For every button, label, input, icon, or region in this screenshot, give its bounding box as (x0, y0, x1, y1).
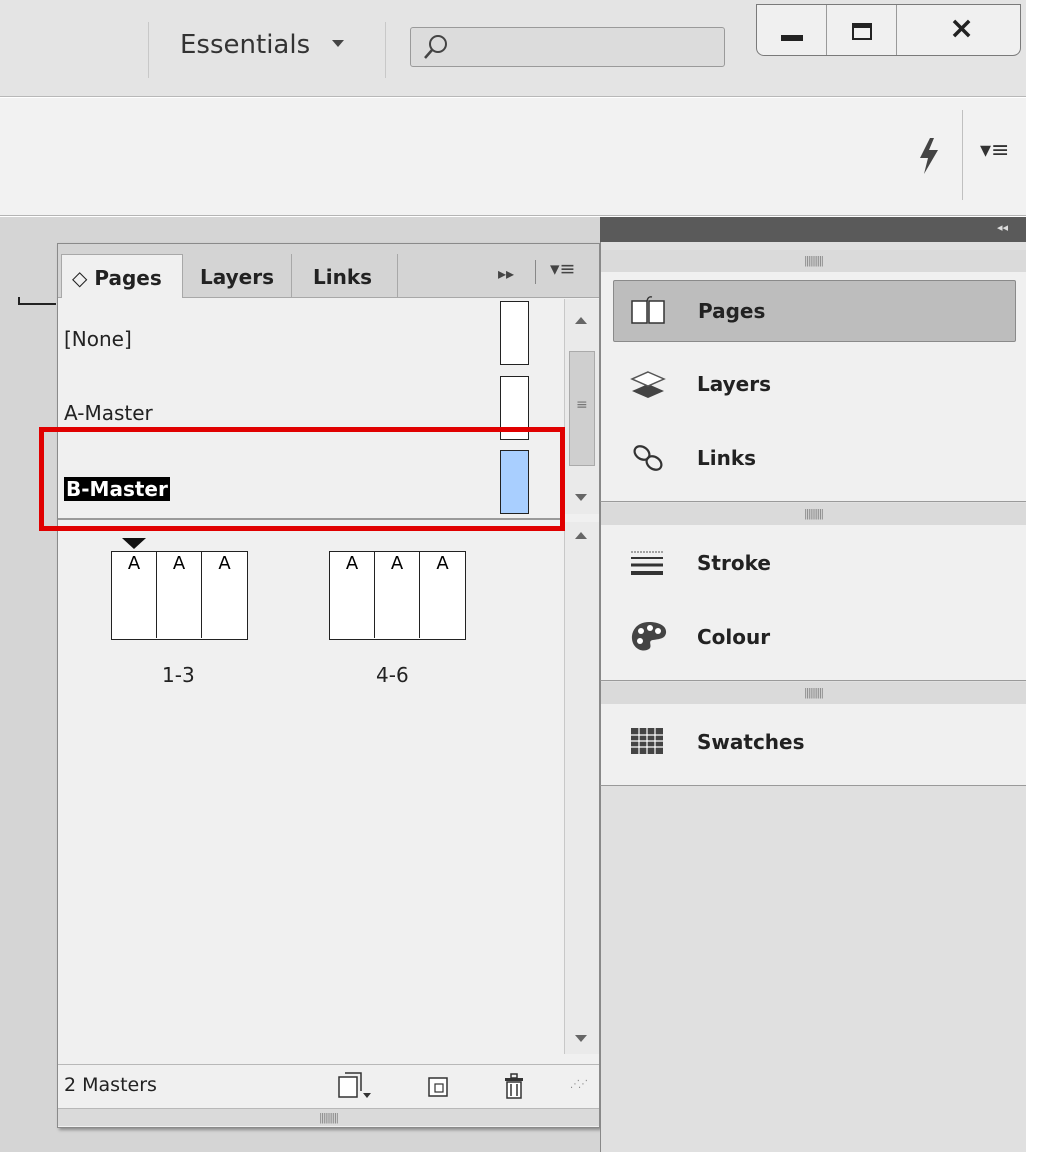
tab-pages[interactable]: ◇ Pages (61, 254, 183, 298)
master-thumbnail[interactable] (500, 301, 529, 365)
dock-item-label: Swatches (697, 730, 805, 754)
dock-group: |||||||||| Swatches (600, 682, 1026, 786)
minimize-button[interactable] (757, 5, 827, 55)
swatches-icon (631, 728, 663, 754)
page-master-label: A (436, 553, 449, 574)
scroll-down-icon[interactable] (575, 1035, 587, 1042)
current-spread-marker-icon (122, 538, 146, 549)
scroll-up-icon[interactable] (575, 317, 587, 324)
page-thumbnail[interactable]: A (375, 552, 420, 638)
minimize-icon (781, 35, 803, 41)
pages-area: A A A 1-3 A A A 4-6 (58, 522, 599, 1062)
dock-item-colour[interactable]: Colour (613, 607, 1016, 669)
palette-icon (631, 622, 667, 651)
highlight-annotation (39, 427, 565, 531)
dock-item-swatches[interactable]: Swatches (613, 712, 1016, 774)
dock-item-label: Layers (697, 372, 771, 396)
page-thumbnail[interactable]: A (202, 552, 247, 638)
edit-page-size-icon[interactable] (336, 1071, 374, 1101)
scroll-down-icon[interactable] (575, 494, 587, 501)
masters-count: 2 Masters (64, 1074, 157, 1096)
page-master-label: A (127, 553, 141, 574)
panel-tab-strip: ◇ Pages Layers Links ▸▸ ▾≡ (58, 244, 599, 298)
panel-menu-icon[interactable]: ▾≡ (550, 258, 575, 280)
dock-item-links[interactable]: Links (613, 428, 1016, 490)
window-controls: × (756, 4, 1021, 56)
maximize-icon (852, 23, 872, 40)
workspace-switcher[interactable]: Essentials (180, 30, 310, 60)
dock-item-label: Pages (698, 299, 766, 323)
stroke-icon (631, 551, 663, 575)
dock-header: ◂◂ (600, 217, 1026, 242)
dock-item-layers[interactable]: Layers (613, 354, 1016, 416)
tab-links-label: Links (313, 265, 373, 289)
scroll-up-icon[interactable] (575, 532, 587, 539)
panel-status-bar: 2 Masters ⋰⋰ (58, 1064, 599, 1108)
dock-item-label: Stroke (697, 551, 771, 575)
dock-group-grip[interactable]: |||||||||| (601, 503, 1026, 525)
collapse-dock-icon[interactable]: ◂◂ (997, 221, 1008, 234)
maximize-button[interactable] (827, 5, 897, 55)
dock-group-grip[interactable]: |||||||||| (601, 682, 1026, 704)
layers-icon (630, 371, 666, 398)
tab-layers-label: Layers (200, 265, 274, 289)
divider (385, 22, 386, 78)
dock-item-stroke[interactable]: Stroke (613, 533, 1016, 595)
master-item-a[interactable]: A-Master (64, 401, 153, 425)
page-master-label: A (172, 553, 186, 574)
tab-links[interactable]: Links (293, 254, 398, 298)
spread-thumbnail[interactable]: A A A (111, 551, 248, 640)
links-icon (633, 445, 663, 471)
ruler-ticks (18, 297, 56, 305)
delete-page-icon[interactable] (501, 1071, 527, 1101)
spread-label: 1-3 (162, 663, 195, 687)
pages-icon (631, 296, 665, 324)
dock-item-pages[interactable]: Pages (613, 280, 1016, 342)
pages-scrollbar[interactable] (564, 522, 599, 1054)
divider (535, 260, 536, 284)
master-label: [None] (64, 327, 132, 351)
dock-group: |||||||||| Stroke Colour (600, 503, 1026, 681)
pages-panel: ◇ Pages Layers Links ▸▸ ▾≡ [None] A-Mast… (57, 243, 600, 1128)
search-input[interactable] (410, 27, 725, 67)
divider (148, 22, 149, 78)
control-bar: ▾≡ (0, 98, 1026, 216)
page-thumbnail[interactable]: A (330, 552, 375, 638)
tab-pages-label: ◇ Pages (72, 266, 162, 290)
panel-menu-icon[interactable]: ▾≡ (980, 138, 1009, 163)
spread-label: 4-6 (376, 663, 409, 687)
master-item-none[interactable]: [None] (64, 327, 132, 351)
panel-grip[interactable]: |||||||||| (58, 1108, 599, 1126)
page-master-label: A (345, 553, 359, 574)
spread-thumbnail[interactable]: A A A (329, 551, 466, 640)
search-icon (424, 35, 447, 59)
dock-item-label: Colour (697, 625, 771, 649)
page-thumbnail[interactable]: A (157, 552, 202, 638)
page-thumbnail[interactable]: A (420, 552, 465, 638)
lightning-icon[interactable] (914, 136, 942, 176)
dock-group: |||||||||| Pages Layers Links (600, 250, 1026, 502)
page-master-label: A (390, 553, 404, 574)
chevron-down-icon[interactable] (332, 40, 344, 47)
page-master-label: A (218, 553, 231, 574)
dock-group-grip[interactable]: |||||||||| (601, 250, 1026, 272)
document-page-edge (0, 217, 57, 1152)
close-icon: × (949, 11, 975, 46)
resize-grip-icon[interactable]: ⋰⋰ (570, 1079, 588, 1090)
page-thumbnail[interactable]: A (112, 552, 157, 638)
dock-item-label: Links (697, 446, 757, 470)
scroll-grip-icon: ≡ (576, 397, 588, 413)
master-label: A-Master (64, 401, 153, 425)
title-bar: Essentials × (0, 0, 1026, 97)
masters-scrollbar[interactable]: ≡ (564, 299, 599, 514)
new-page-icon[interactable] (426, 1075, 452, 1099)
tab-layers[interactable]: Layers (184, 254, 292, 298)
close-button[interactable]: × (897, 5, 1021, 55)
collapse-panel-icon[interactable]: ▸▸ (498, 264, 514, 283)
divider (962, 110, 963, 200)
scroll-thumb[interactable]: ≡ (569, 351, 595, 466)
